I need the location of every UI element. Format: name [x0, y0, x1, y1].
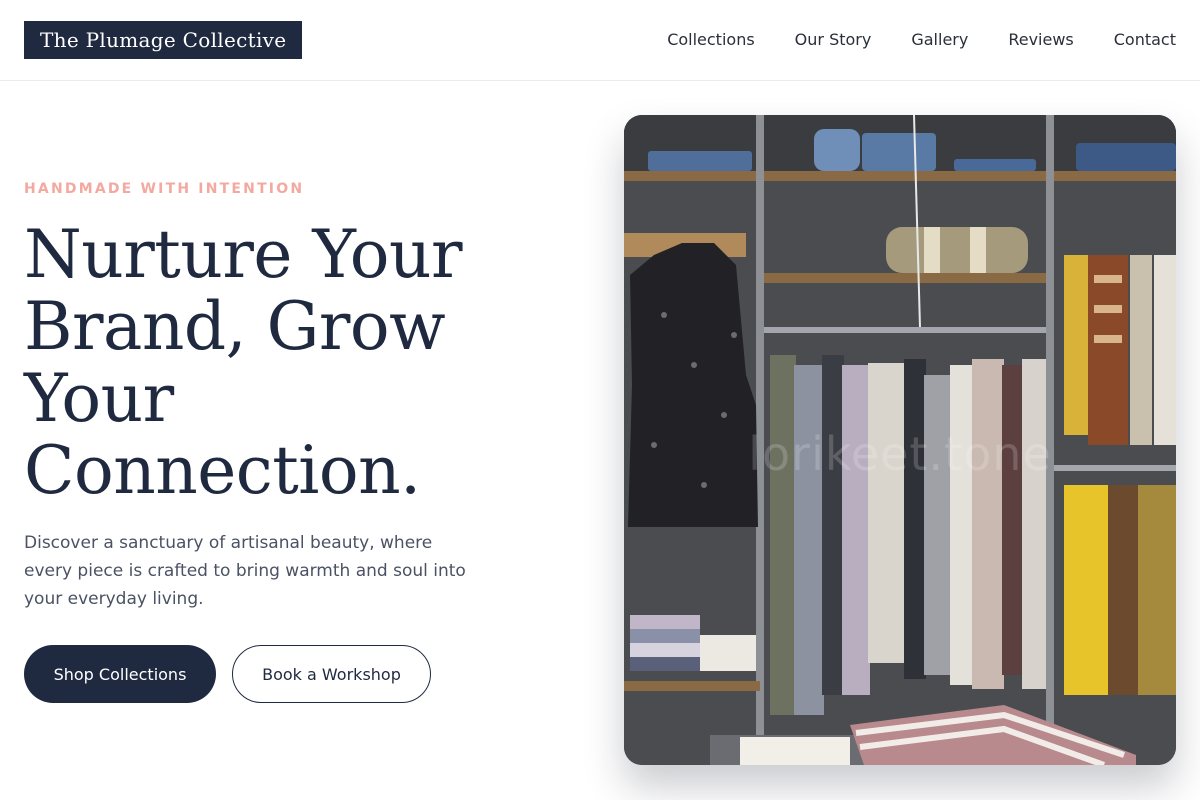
hero-subcopy: Discover a sanctuary of artisanal beauty… [24, 533, 466, 609]
nav-collections[interactable]: Collections [667, 30, 754, 50]
nav-gallery[interactable]: Gallery [911, 30, 968, 50]
hero-image: lorikeet.tone [624, 115, 1176, 765]
nav-our-story[interactable]: Our Story [795, 30, 872, 50]
brand-logo[interactable]: The Plumage Collective [24, 21, 303, 59]
hero-eyebrow: HANDMADE WITH INTENTION [24, 181, 305, 197]
hero-headline: Nurture Your Brand, Grow Your Connection… [24, 216, 463, 509]
shop-collections-button[interactable]: Shop Collections [24, 645, 216, 703]
nav-contact[interactable]: Contact [1114, 30, 1176, 50]
main-nav: Collections Our Story Gallery Reviews Co… [667, 30, 1176, 50]
clothing-rack-illustration [624, 115, 1176, 765]
book-workshop-button[interactable]: Book a Workshop [232, 645, 431, 703]
site-header: The Plumage Collective Collections Our S… [0, 0, 1200, 81]
nav-reviews[interactable]: Reviews [1008, 30, 1073, 50]
